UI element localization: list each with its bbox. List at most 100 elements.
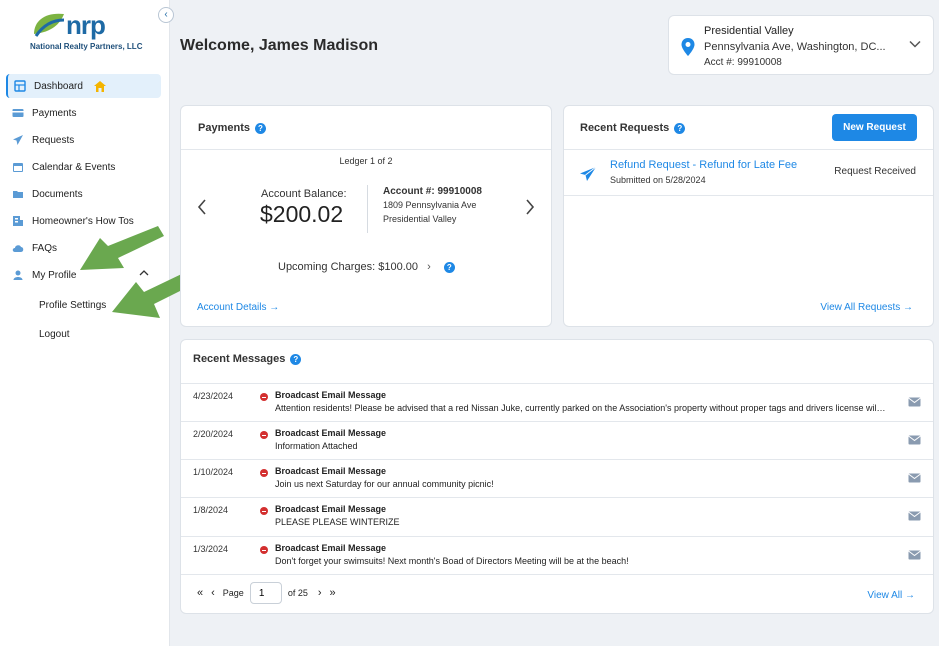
envelope-icon[interactable] xyxy=(908,473,921,483)
previous-ledger-button[interactable] xyxy=(197,198,207,222)
account-address-line2: Presidential Valley xyxy=(383,214,457,224)
request-status: Request Received xyxy=(834,166,916,177)
page-number-input[interactable] xyxy=(249,582,282,604)
sidebar-item-how-tos[interactable]: Homeowner's How Tos xyxy=(6,209,161,233)
divider xyxy=(367,185,368,233)
help-icon[interactable]: ? xyxy=(254,122,266,134)
property-account: Acct #: 99910008 xyxy=(704,57,782,68)
request-title-link[interactable]: Refund Request - Refund for Late Fee xyxy=(610,159,797,171)
divider xyxy=(564,149,933,150)
message-date: 1/3/2024 xyxy=(193,544,229,554)
sidebar-item-my-profile[interactable]: My Profile xyxy=(6,263,161,287)
upcoming-charges-text: Upcoming Charges: $100.00 xyxy=(278,261,419,273)
logo-text: nrp xyxy=(66,10,106,40)
payments-card: Payments? Ledger 1 of 2 Account Balance:… xyxy=(180,105,552,327)
calendar-icon xyxy=(13,163,23,172)
account-number: Account #: 99910008 xyxy=(383,186,482,197)
help-icon[interactable]: ? xyxy=(290,353,302,365)
message-subject: Broadcast Email Message xyxy=(275,504,387,514)
help-icon[interactable]: ? xyxy=(674,122,686,134)
sidebar-item-label: Requests xyxy=(32,134,75,146)
sidebar-item-profile-settings[interactable]: Profile Settings xyxy=(39,300,106,311)
sidebar-item-logout[interactable]: Logout xyxy=(39,329,70,340)
message-subject: Broadcast Email Message xyxy=(275,428,387,438)
sidebar-item-documents[interactable]: Documents xyxy=(6,182,161,206)
ledger-label: Ledger 1 of 2 xyxy=(339,156,393,166)
sidebar-item-label: Documents xyxy=(32,188,83,200)
table-row[interactable]: 1/8/2024 Broadcast Email Message PLEASE … xyxy=(181,497,933,535)
chevron-left-icon: ‹ xyxy=(164,9,168,20)
sidebar-item-payments[interactable]: Payments xyxy=(6,101,161,125)
envelope-icon[interactable] xyxy=(908,435,921,445)
sidebar-item-label: FAQs xyxy=(32,242,58,254)
arrow-right-icon: → xyxy=(269,302,280,313)
envelope-icon[interactable] xyxy=(908,397,921,407)
requests-title-text: Recent Requests xyxy=(580,122,670,134)
divider xyxy=(181,149,551,150)
table-row[interactable]: 1/10/2024 Broadcast Email Message Join u… xyxy=(181,459,933,497)
divider xyxy=(564,195,933,196)
chevron-up-icon xyxy=(139,270,149,276)
balance-value: $200.02 xyxy=(260,201,344,227)
chevron-left-icon xyxy=(197,199,206,215)
new-request-button[interactable]: New Request xyxy=(832,114,917,141)
message-body: Information Attached xyxy=(275,441,358,451)
collapse-sidebar-button[interactable]: ‹ xyxy=(158,7,174,23)
account-details-link[interactable]: Account Details → xyxy=(197,302,279,313)
home-icon xyxy=(93,80,106,92)
message-body: Join us next Saturday for our annual com… xyxy=(275,479,494,489)
chevron-right-icon: › xyxy=(427,261,431,273)
unread-alert-icon xyxy=(260,431,268,439)
sidebar-item-calendar[interactable]: Calendar & Events xyxy=(6,155,161,179)
message-body: PLEASE PLEASE WINTERIZE xyxy=(275,517,400,527)
help-icon[interactable]: ? xyxy=(443,261,455,273)
sidebar-item-dashboard[interactable]: Dashboard xyxy=(6,74,161,98)
table-row[interactable]: 4/23/2024 Broadcast Email Message Attent… xyxy=(181,383,933,421)
page-label: Page xyxy=(222,588,244,598)
message-subject: Broadcast Email Message xyxy=(275,466,387,476)
view-all-messages-link[interactable]: View All → xyxy=(867,590,915,601)
table-row[interactable]: 2/20/2024 Broadcast Email Message Inform… xyxy=(181,421,933,459)
property-name: Presidential Valley xyxy=(704,25,794,37)
first-page-button[interactable]: « xyxy=(197,587,203,599)
arrow-right-icon: → xyxy=(905,590,915,601)
property-selector[interactable]: Presidential Valley Pennsylvania Ave, Wa… xyxy=(668,15,934,75)
unread-alert-icon xyxy=(260,546,268,554)
nrp-logo[interactable]: nrp National Realty Partners, LLC xyxy=(28,8,143,58)
envelope-icon[interactable] xyxy=(908,550,921,560)
chevron-down-icon xyxy=(909,40,921,48)
message-subject: Broadcast Email Message xyxy=(275,390,387,400)
account-address-line1: 1809 Pennsylvania Ave xyxy=(383,200,477,210)
view-all-requests-link[interactable]: View All Requests → xyxy=(820,302,913,313)
request-date: Submitted on 5/28/2024 xyxy=(610,175,706,185)
chevron-right-icon xyxy=(526,199,535,215)
paper-plane-icon xyxy=(580,166,597,181)
message-date: 1/8/2024 xyxy=(193,505,229,515)
upcoming-charges[interactable]: Upcoming Charges: $100.00 › ? xyxy=(278,261,455,273)
pagination: « ‹ Page of 25 › » xyxy=(197,582,344,604)
envelope-icon[interactable] xyxy=(908,511,921,521)
balance-label: Account Balance: xyxy=(261,188,347,200)
divider xyxy=(181,574,933,575)
sidebar-item-label: Calendar & Events xyxy=(32,161,116,173)
user-icon xyxy=(13,270,23,280)
requests-title: Recent Requests? xyxy=(580,122,686,134)
payments-title: Payments? xyxy=(198,122,266,134)
next-page-button[interactable]: › xyxy=(318,587,322,599)
table-row[interactable]: 1/3/2024 Broadcast Email Message Don't f… xyxy=(181,536,933,574)
cloud-question-icon xyxy=(12,245,24,252)
messages-title: Recent Messages? xyxy=(193,353,302,365)
next-ledger-button[interactable] xyxy=(525,198,535,222)
last-page-button[interactable]: » xyxy=(330,587,336,599)
sidebar-item-faqs[interactable]: FAQs xyxy=(6,236,161,260)
previous-page-button[interactable]: ‹ xyxy=(211,587,215,599)
sidebar-item-requests[interactable]: Requests xyxy=(6,128,161,152)
paper-plane-icon xyxy=(13,135,23,145)
view-all-requests-text: View All Requests xyxy=(820,302,901,313)
unread-alert-icon xyxy=(260,469,268,477)
folder-icon xyxy=(13,191,23,198)
view-all-text: View All xyxy=(867,590,903,601)
message-date: 4/23/2024 xyxy=(193,391,234,401)
location-pin-icon xyxy=(681,38,695,56)
page-count: of 25 xyxy=(287,588,308,598)
